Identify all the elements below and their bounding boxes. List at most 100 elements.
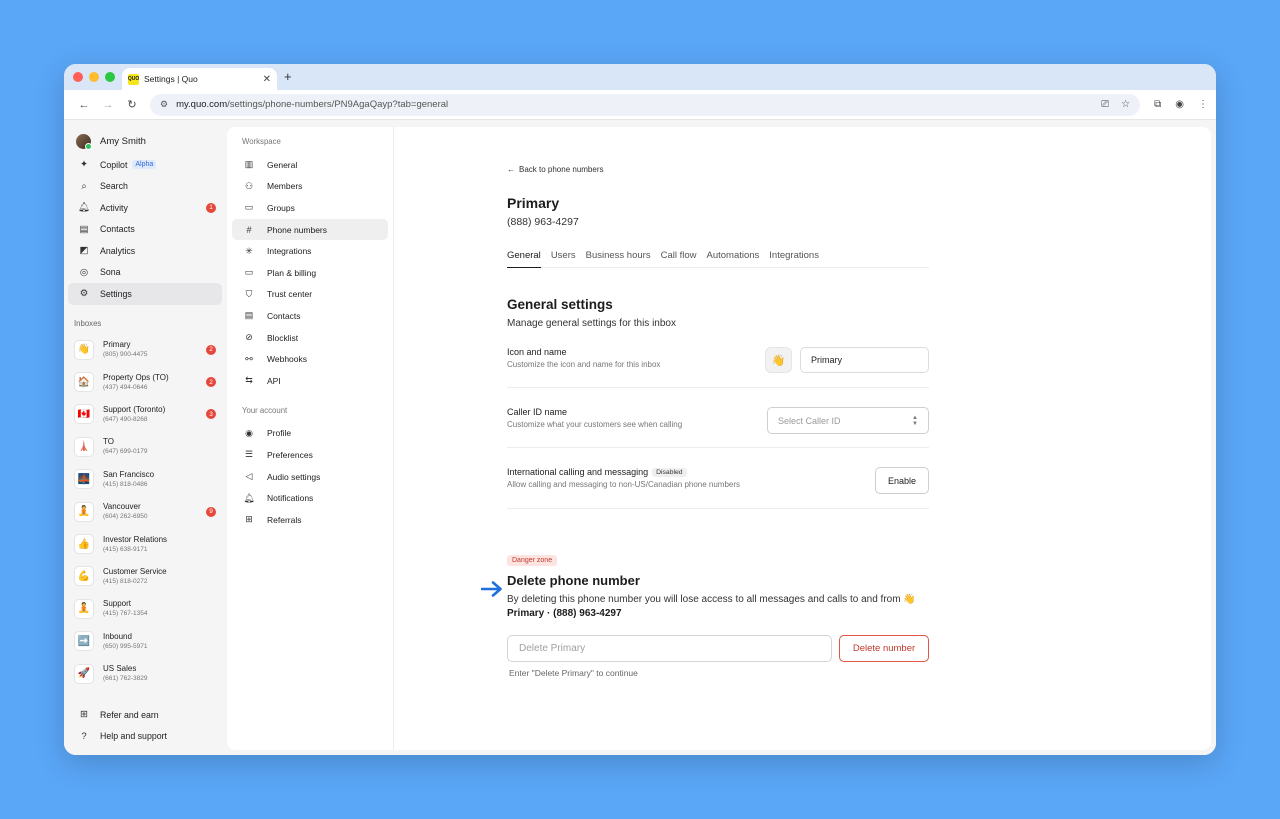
settings-item-preferences[interactable]: ☰ Preferences [232,444,388,466]
unread-count-badge: 2 [206,344,216,355]
browser-tab[interactable]: QUO Settings | Quo ✕ [122,68,277,90]
tab-integrations[interactable]: Integrations [769,245,819,268]
inbox-tabs: General Users Business hours Call flow Autom… [507,245,929,268]
new-tab-icon[interactable]: + [284,69,292,84]
inbox-emoji-button[interactable]: 👋 [765,347,792,373]
reload-icon[interactable]: ↻ [120,98,144,111]
settings-item-plan-billing[interactable]: ▭ Plan & billing [232,262,388,284]
sidebar-item-search[interactable]: ⌕ Search [68,176,222,198]
sidebar-item-label: Analytics [100,245,136,256]
tab-search-icon[interactable]: ⧉ [1154,99,1161,110]
inbox-emoji-icon: 🧘 [74,598,94,619]
url-text[interactable]: my.quo.com/settings/phone-numbers/PN9Aga… [176,99,1089,110]
inbox-name: Property Ops (TO) [103,372,169,382]
minimize-window-button[interactable] [89,72,99,82]
inbox-item-investor-relations[interactable]: 👍 Investor Relations (415) 638-9171 [68,528,222,560]
inbox-item-primary[interactable]: 👋 Primary (805) 900-4475 2 [68,334,222,366]
tab-title: Settings | Quo [144,74,198,84]
inbox-item-support-toronto[interactable]: 🇨🇦 Support (Toronto) (647) 490-8268 3 [68,398,222,430]
window-controls [73,72,115,82]
inbox-number: (647) 490-8268 [103,415,148,423]
inbox-item-inbound[interactable]: ➡️ Inbound (650) 995-5971 [68,625,222,657]
profile-icon: ◉ [245,427,253,438]
sidebar-item-label: Contacts [100,224,135,235]
bookmark-star-icon[interactable]: ☆ [1121,99,1130,110]
main-panel: ← Back to phone numbers Primary (888) 963… [394,127,1211,750]
sidebar-item-settings[interactable]: ⚙ Settings [68,283,222,305]
settings-item-label: Contacts [267,310,301,321]
sidebar-item-copilot[interactable]: ✦ Copilot Alpha [68,154,222,176]
inbox-item-customer-service[interactable]: 💪 Customer Service (415) 818-0272 [68,560,222,592]
back-arrow-icon[interactable]: ← [72,99,96,111]
inbox-item-to[interactable]: 🗼 TO (647) 699-0179 [68,431,222,463]
analytics-icon: ◩ [79,245,89,257]
inbox-item-support[interactable]: 🧘 Support (415) 767-1354 [68,593,222,625]
sidebar-item-sona[interactable]: ◎ Sona [68,262,222,284]
settings-item-label: Preferences [267,449,313,460]
delete-number-button[interactable]: Delete number [839,635,929,662]
sidebar-item-refer-and-earn[interactable]: ⊞ Refer and earn [68,704,222,726]
forward-arrow-icon[interactable]: → [96,99,120,111]
sidebar-item-help-and-support[interactable]: ? Help and support [68,726,222,748]
sidebar-item-analytics[interactable]: ◩ Analytics [68,240,222,262]
tab-business-hours[interactable]: Business hours [586,245,651,268]
unread-count-badge: 3 [206,409,216,420]
inbox-name: US Sales [103,664,137,674]
site-info-icon[interactable]: ⚙ [160,99,168,110]
settings-item-label: Groups [267,202,295,213]
tab-automations[interactable]: Automations [706,245,759,268]
more-menu-icon[interactable]: ⋮ [1198,99,1208,110]
settings-item-notifications[interactable]: 🔔︎ Notifications [232,487,388,509]
sidebar-item-label: Copilot [100,159,128,170]
settings-item-label: Notifications [267,493,314,504]
pointer-arrow-icon [481,581,502,597]
caller-id-select[interactable]: Select Caller ID ▲ ▼ [767,407,929,434]
enable-button[interactable]: Enable [875,467,929,494]
inbox-emoji-icon: 🇨🇦 [74,404,94,425]
settings-item-groups[interactable]: ▭ Groups [232,197,388,219]
sidebar-item-activity[interactable]: 🔔︎ Activity 1 [68,197,222,219]
inbox-number: (647) 699-0179 [103,448,148,456]
back-to-phone-numbers-link[interactable]: ← Back to phone numbers [507,165,604,174]
profile-icon[interactable]: ◉ [1175,99,1184,110]
close-tab-icon[interactable]: ✕ [263,74,271,85]
inbox-emoji-icon: 🌉 [74,469,94,490]
settings-item-blocklist[interactable]: ⊘ Blocklist [232,327,388,349]
inbox-emoji-icon: ➡️ [74,631,94,652]
settings-item-phone-numbers[interactable]: # Phone numbers [232,218,388,241]
close-window-button[interactable] [73,72,83,82]
tab-general[interactable]: General [507,245,541,268]
avatar [76,133,92,150]
address-bar[interactable]: ⚙ my.quo.com/settings/phone-numbers/PN9A… [150,93,1141,116]
sidebar-item-contacts[interactable]: ▤ Contacts [68,219,222,241]
tab-strip: QUO Settings | Quo ✕ + [64,64,1216,90]
settings-item-integrations[interactable]: ✳ Integrations [232,240,388,262]
settings-item-members[interactable]: ⚇ Members [232,176,388,198]
inbox-item-san-francisco[interactable]: 🌉 San Francisco (415) 818-0486 [68,463,222,495]
danger-desc-emoji: 👋 [903,594,916,605]
inbox-name-input[interactable]: Primary [800,347,929,373]
contacts-icon: ▤ [244,310,254,321]
inbox-number: (805) 900-4475 [103,351,148,359]
user-menu[interactable]: Amy Smith [68,128,222,154]
maximize-window-button[interactable] [105,72,115,82]
inbox-item-vancouver[interactable]: 🧘 Vancouver (604) 262-6950 9 [68,495,222,527]
settings-item-referrals[interactable]: ⊞ Referrals [232,509,388,531]
settings-item-profile[interactable]: ◉ Profile [232,423,388,445]
settings-item-webhooks[interactable]: ⚯ Webhooks [232,348,388,370]
install-app-icon[interactable]: ⎚ [1101,99,1109,110]
settings-item-general[interactable]: ▥ General [232,154,388,176]
tab-call-flow[interactable]: Call flow [661,245,697,268]
settings-item-contacts[interactable]: ▤ Contacts [232,305,388,327]
settings-item-api[interactable]: ⇆ API [232,370,388,392]
sidebar-item-label: Help and support [100,731,167,742]
settings-item-audio-settings[interactable]: ◁ Audio settings [232,466,388,488]
settings-item-label: Trust center [267,289,313,300]
inbox-item-us-sales[interactable]: 🚀 US Sales (661) 762-3829 [68,657,222,689]
inbox-emoji-icon: 🗼 [74,436,94,457]
settings-item-label: API [267,375,281,386]
delete-confirm-input[interactable]: Delete Primary [507,635,832,662]
inbox-item-property-ops-to[interactable]: 🏠 Property Ops (TO) (437) 494-0646 2 [68,366,222,398]
tab-users[interactable]: Users [551,245,576,268]
settings-item-trust-center[interactable]: ⛉ Trust center [232,284,388,306]
